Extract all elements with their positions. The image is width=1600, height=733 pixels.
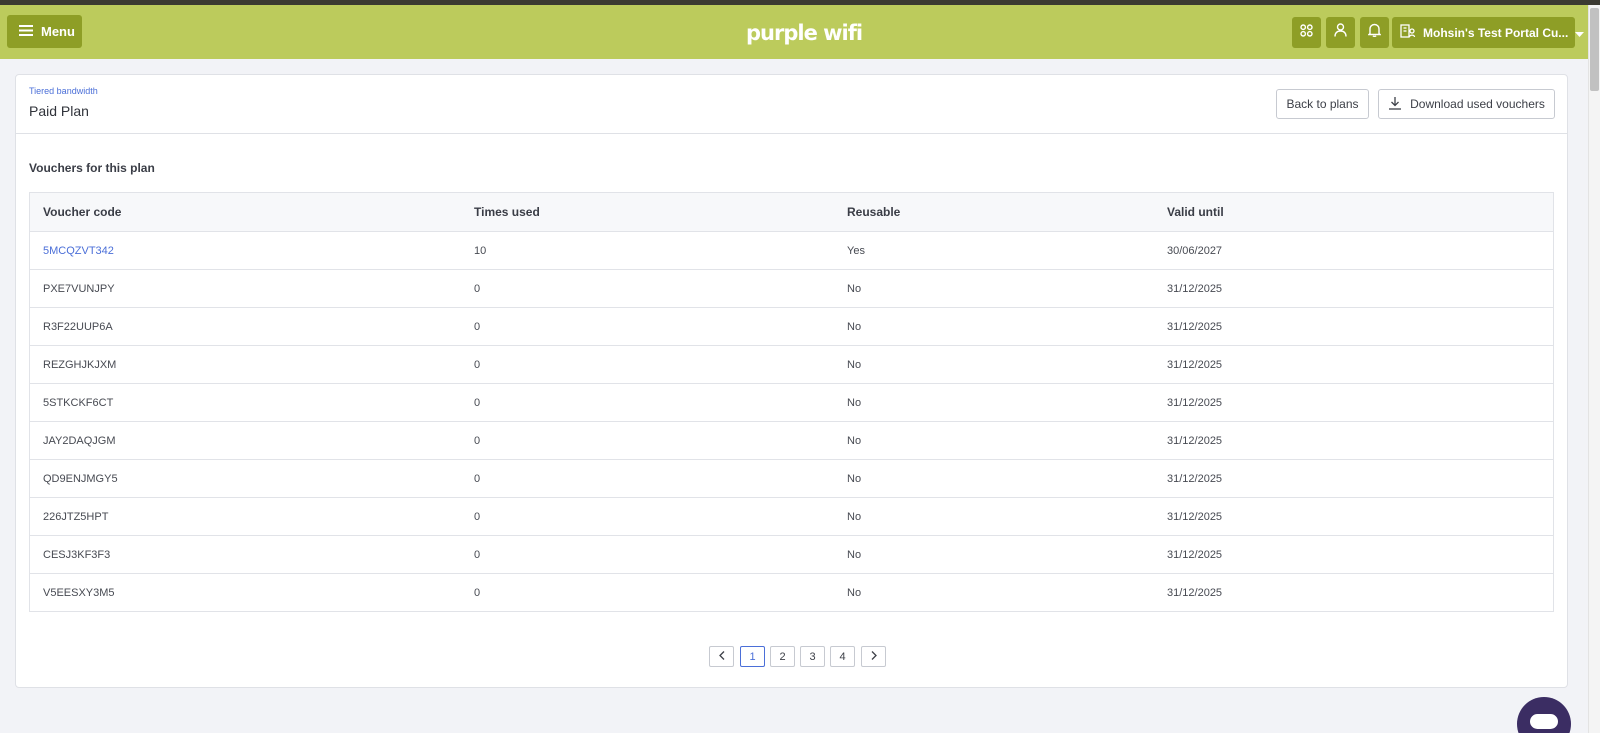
venue-selector[interactable]: Mohsin's Test Portal Cu... [1392,17,1585,48]
voucher-code-cell: REZGHJKJXM [43,358,117,371]
table-row: 5STKCKF6CT 0 No 31/12/2025 [30,383,1553,421]
table-row: JAY2DAQJGM 0 No 31/12/2025 [30,421,1553,459]
table-row: CESJ3KF3F3 0 No 31/12/2025 [30,535,1553,573]
reusable-cell: No [847,586,862,599]
reusable-cell: No [847,548,862,561]
notifications-button[interactable] [1360,17,1389,48]
valid-until-cell: 31/12/2025 [1167,282,1223,295]
voucher-code-cell: R3F22UUP6A [43,320,113,333]
chat-widget-button[interactable] [1517,697,1571,733]
page-button-2[interactable]: 2 [770,646,795,667]
voucher-code-link[interactable]: 5MCQZVT342 [30,245,470,257]
page-scrollbar[interactable] [1588,5,1600,733]
scrollbar-thumb[interactable] [1590,8,1599,91]
page-button-4[interactable]: 4 [830,646,855,667]
reusable-cell: No [847,358,862,371]
table-header-row: Voucher code Times used Reusable Valid u… [30,193,1553,231]
purple-wifi-logo: purple wifi [746,21,863,45]
previous-page-button[interactable] [709,646,734,667]
venue-label: Mohsin's Test Portal Cu... [1423,25,1569,40]
voucher-code-cell: V5EESXY3M5 [43,586,115,599]
chevron-left-icon [718,650,725,663]
valid-until-cell: 30/06/2027 [1167,244,1223,257]
voucher-code-cell: 226JTZ5HPT [43,510,109,523]
menu-button[interactable]: Menu [7,15,82,48]
hamburger-icon [19,24,33,39]
caret-down-icon [1575,26,1585,40]
plan-card: Tiered bandwidth Paid Plan Back to plans… [15,74,1568,688]
breadcrumb[interactable]: Tiered bandwidth [29,86,98,96]
valid-until-cell: 31/12/2025 [1167,548,1223,561]
times-used-cell: 0 [474,510,481,523]
download-icon [1388,96,1402,113]
apps-button[interactable] [1292,17,1321,48]
voucher-code-cell: JAY2DAQJGM [43,434,116,447]
times-used-cell: 10 [474,244,487,257]
reusable-cell: No [847,282,862,295]
times-used-cell: 0 [474,548,481,561]
back-to-plans-button[interactable]: Back to plans [1276,89,1369,119]
valid-until-cell: 31/12/2025 [1167,358,1223,371]
top-navbar: Menu purple wifi Mohsin's Test Portal Cu… [0,5,1588,59]
times-used-cell: 0 [474,320,481,333]
times-used-cell: 0 [474,396,481,409]
times-used-cell: 0 [474,282,481,295]
section-title: Vouchers for this plan [29,161,155,175]
valid-until-cell: 31/12/2025 [1167,320,1223,333]
times-used-cell: 0 [474,472,481,485]
back-to-plans-label: Back to plans [1286,97,1359,111]
valid-until-cell: 31/12/2025 [1167,510,1223,523]
pagination: 1 2 3 4 [708,646,887,667]
valid-until-cell: 31/12/2025 [1167,396,1223,409]
reusable-cell: No [847,396,862,409]
times-used-cell: 0 [474,586,481,599]
table-row: REZGHJKJXM 0 No 31/12/2025 [30,345,1553,383]
vouchers-table: Voucher code Times used Reusable Valid u… [29,192,1554,612]
chat-bubble-icon [1530,714,1558,729]
valid-until-cell: 31/12/2025 [1167,472,1223,485]
times-used-cell: 0 [474,358,481,371]
reusable-cell: No [847,320,862,333]
download-used-vouchers-button[interactable]: Download used vouchers [1378,89,1555,119]
column-header: Times used [474,205,540,219]
plan-card-header: Tiered bandwidth Paid Plan Back to plans… [16,75,1567,134]
voucher-code-cell: QD9ENJMGY5 [43,472,118,485]
bell-icon [1367,23,1382,42]
column-header: Voucher code [43,205,122,219]
column-header: Reusable [847,205,901,219]
valid-until-cell: 31/12/2025 [1167,586,1223,599]
menu-label: Menu [41,24,75,39]
table-row: 226JTZ5HPT 0 No 31/12/2025 [30,497,1553,535]
page-button-1[interactable]: 1 [740,646,765,667]
page-button-3[interactable]: 3 [800,646,825,667]
apps-grid-icon [1300,23,1313,42]
reusable-cell: Yes [847,244,865,257]
table-row: V5EESXY3M5 0 No 31/12/2025 [30,573,1553,611]
voucher-code-cell: PXE7VUNJPY [43,282,115,295]
table-row: 5MCQZVT342 10 Yes 30/06/2027 [30,231,1553,269]
times-used-cell: 0 [474,434,481,447]
reusable-cell: No [847,472,862,485]
next-page-button[interactable] [861,646,886,667]
valid-until-cell: 31/12/2025 [1167,434,1223,447]
table-row: PXE7VUNJPY 0 No 31/12/2025 [30,269,1553,307]
table-row: QD9ENJMGY5 0 No 31/12/2025 [30,459,1553,497]
page-title: Paid Plan [29,103,89,119]
reusable-cell: No [847,510,862,523]
user-icon [1334,23,1347,42]
voucher-code-cell: 5STKCKF6CT [43,396,114,409]
table-row: R3F22UUP6A 0 No 31/12/2025 [30,307,1553,345]
voucher-code-cell: CESJ3KF3F3 [43,548,111,561]
download-label: Download used vouchers [1410,97,1545,111]
profile-button[interactable] [1326,17,1355,48]
chevron-right-icon [871,650,877,663]
reusable-cell: No [847,434,862,447]
column-header: Valid until [1167,205,1224,219]
building-icon [1400,24,1416,41]
